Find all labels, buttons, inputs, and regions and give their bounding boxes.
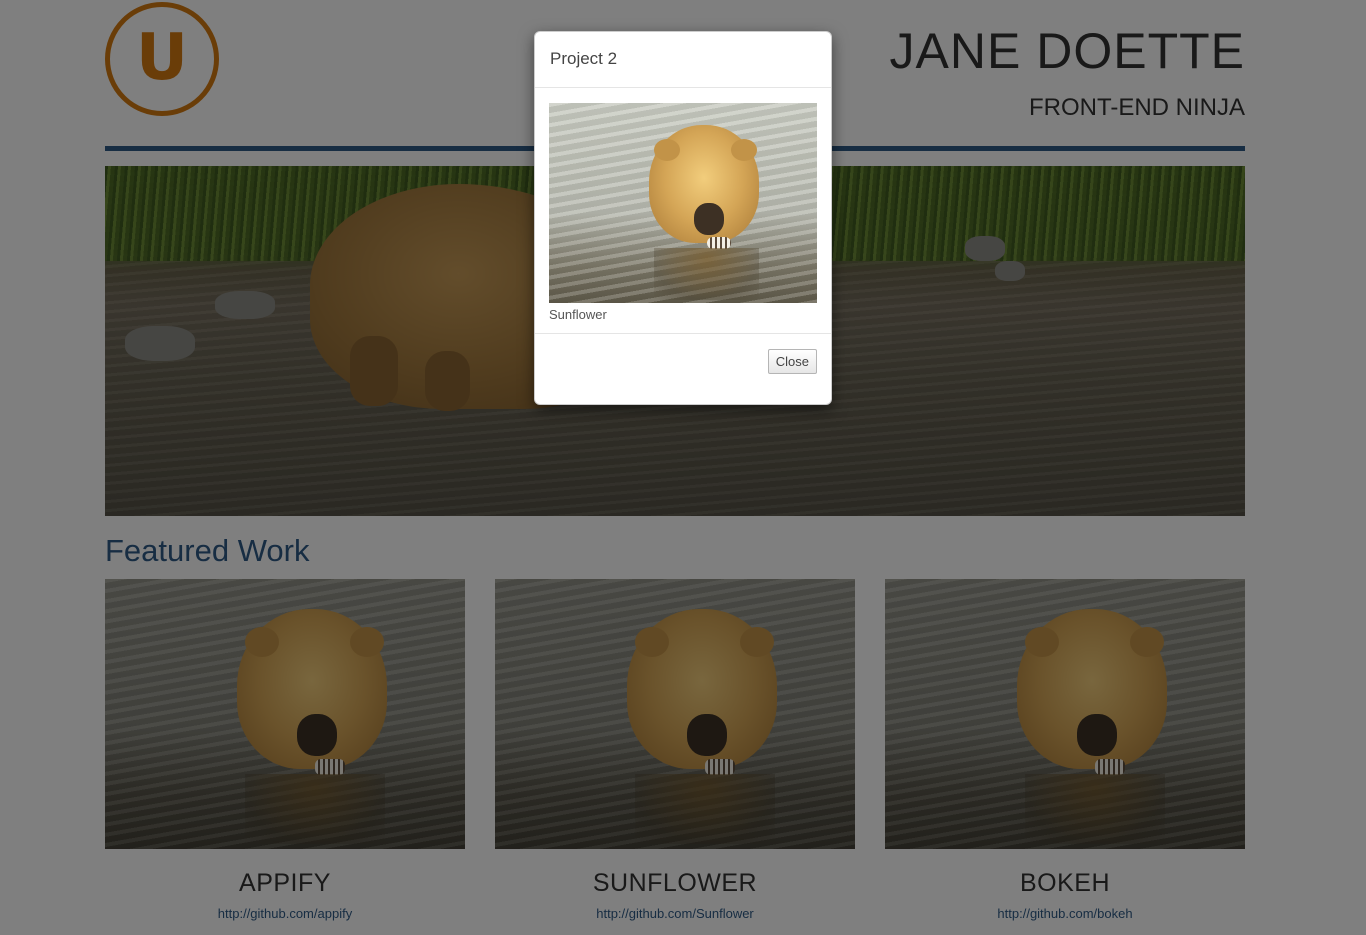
bear-ear (654, 139, 680, 161)
portfolio-page: U JANE DOETTE FRONT-END NINJA Featured W… (0, 0, 1366, 935)
bear-snout (694, 203, 724, 235)
close-button[interactable]: Close (767, 349, 817, 374)
water-reflection (654, 248, 759, 300)
bear-ear (731, 139, 757, 161)
modal-image (549, 103, 817, 303)
modal-caption: Sunflower (549, 307, 607, 322)
modal-body: Sunflower (535, 88, 831, 334)
modal-footer: Close (535, 334, 831, 389)
project-modal: Project 2 Sunflower Close (534, 31, 832, 405)
modal-title: Project 2 (550, 49, 618, 68)
modal-header: Project 2 (535, 32, 831, 88)
